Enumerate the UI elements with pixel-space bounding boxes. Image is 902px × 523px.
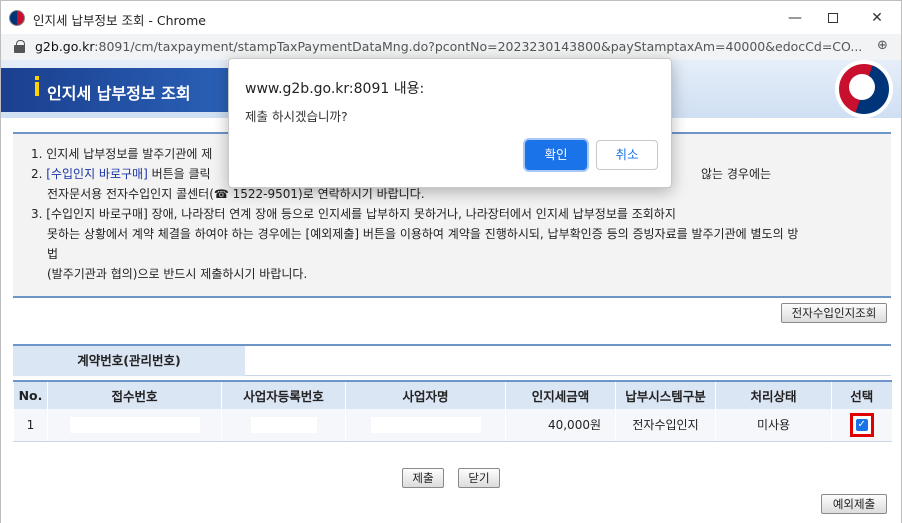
cell-business-name	[345, 409, 506, 442]
dialog-ok-button[interactable]: 확인	[525, 140, 587, 170]
stamp-lookup-button[interactable]: 전자수입인지조회	[781, 303, 887, 323]
col-no: No.	[13, 380, 48, 409]
col-business-reg-number: 사업자등록번호	[221, 380, 346, 409]
maximize-icon	[828, 13, 838, 23]
cell-amount: 40,000원	[505, 409, 616, 442]
maximize-button[interactable]	[813, 6, 853, 30]
contract-number-label: 계약번호(관리번호)	[13, 346, 245, 376]
minimize-button[interactable]: —	[775, 6, 815, 30]
contract-number-value	[261, 352, 361, 370]
cell-no: 1	[13, 409, 48, 442]
window-title: 인지세 납부정보 조회 - Chrome	[33, 13, 206, 28]
cell-select: ✓	[831, 409, 892, 442]
payment-table: No. 접수번호 사업자등록번호 사업자명 인지세금액 납부시스템구분 처리상태…	[13, 380, 892, 442]
buy-stamp-link[interactable]: [수입인지 바로구매]	[46, 167, 148, 181]
title-marker-icon	[35, 76, 39, 96]
close-button[interactable]: 닫기	[458, 468, 500, 488]
address-bar[interactable]: g2b.go.kr:8091/cm/taxpayment/stampTaxPay…	[0, 34, 902, 60]
cell-payment-system: 전자수입인지	[615, 409, 716, 442]
notice-line-6: 법	[47, 247, 59, 261]
notice-line-4: 3. [수입인지 바로구매] 장애, 나라장터 연계 장애 등으로 인지세를 납…	[31, 207, 676, 221]
url-path: :8091/cm/taxpayment/stampTaxPaymentDataM…	[94, 39, 863, 54]
cell-business-reg-number	[221, 409, 346, 442]
col-stamp-tax-amount: 인지세금액	[505, 380, 616, 409]
cell-status: 미사용	[715, 409, 832, 442]
col-payment-system: 납부시스템구분	[615, 380, 716, 409]
row-select-checkbox[interactable]: ✓	[855, 418, 868, 431]
col-receipt-number: 접수번호	[47, 380, 222, 409]
dialog-cancel-button[interactable]: 취소	[596, 140, 658, 170]
notice-line-5: 못하는 상황에서 계약 체결을 하여야 하는 경우에는 [예외제출] 버튼을 이…	[47, 227, 799, 241]
dialog-message: 제출 하시겠습니까?	[245, 109, 348, 124]
col-business-name: 사업자명	[345, 380, 506, 409]
select-highlight: ✓	[849, 412, 874, 437]
table-header-row: No. 접수번호 사업자등록번호 사업자명 인지세금액 납부시스템구분 처리상태…	[13, 380, 892, 409]
submit-button[interactable]: 제출	[402, 468, 444, 488]
taegeuk-emblem-icon	[835, 60, 893, 118]
exception-submit-button[interactable]: 예외제출	[821, 494, 887, 514]
zoom-icon[interactable]: ⊕	[877, 38, 888, 53]
col-select: 선택	[831, 380, 892, 409]
col-status: 처리상태	[715, 380, 832, 409]
url-host: g2b.go.kr	[35, 39, 95, 54]
window-titlebar: 인지세 납부정보 조회 - Chrome — ✕	[0, 0, 902, 34]
close-window-button[interactable]: ✕	[857, 6, 897, 30]
notice-line-7: (발주기관과 협의)으로 반드시 제출하시기 바랍니다.	[47, 267, 308, 281]
contract-number-row: 계약번호(관리번호)	[13, 344, 891, 376]
confirm-dialog: www.g2b.go.kr:8091 내용: 제출 하시겠습니까? 확인 취소	[228, 58, 672, 188]
dialog-title: www.g2b.go.kr:8091 내용:	[245, 81, 425, 97]
table-row: 1 40,000원 전자수입인지 미사용 ✓	[13, 409, 892, 442]
url-text[interactable]: g2b.go.kr:8091/cm/taxpayment/stampTaxPay…	[35, 39, 867, 54]
cell-receipt-number	[47, 409, 222, 442]
page-title: 인지세 납부정보 조회	[47, 84, 191, 103]
lock-icon	[14, 40, 25, 53]
government-logo-icon	[9, 10, 25, 26]
